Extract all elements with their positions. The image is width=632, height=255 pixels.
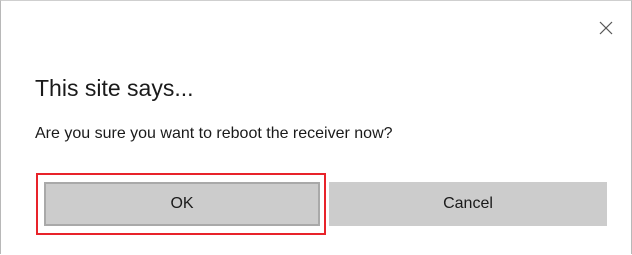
cancel-button-label: Cancel xyxy=(443,195,493,212)
ok-button-label: OK xyxy=(170,195,194,212)
dialog-title: This site says... xyxy=(35,75,194,101)
cancel-button[interactable]: Cancel xyxy=(329,182,607,226)
confirm-dialog: This site says... Are you sure you want … xyxy=(0,0,632,254)
ok-button[interactable]: OK xyxy=(44,182,320,226)
close-icon[interactable] xyxy=(597,19,615,37)
dialog-message: Are you sure you want to reboot the rece… xyxy=(35,125,393,142)
